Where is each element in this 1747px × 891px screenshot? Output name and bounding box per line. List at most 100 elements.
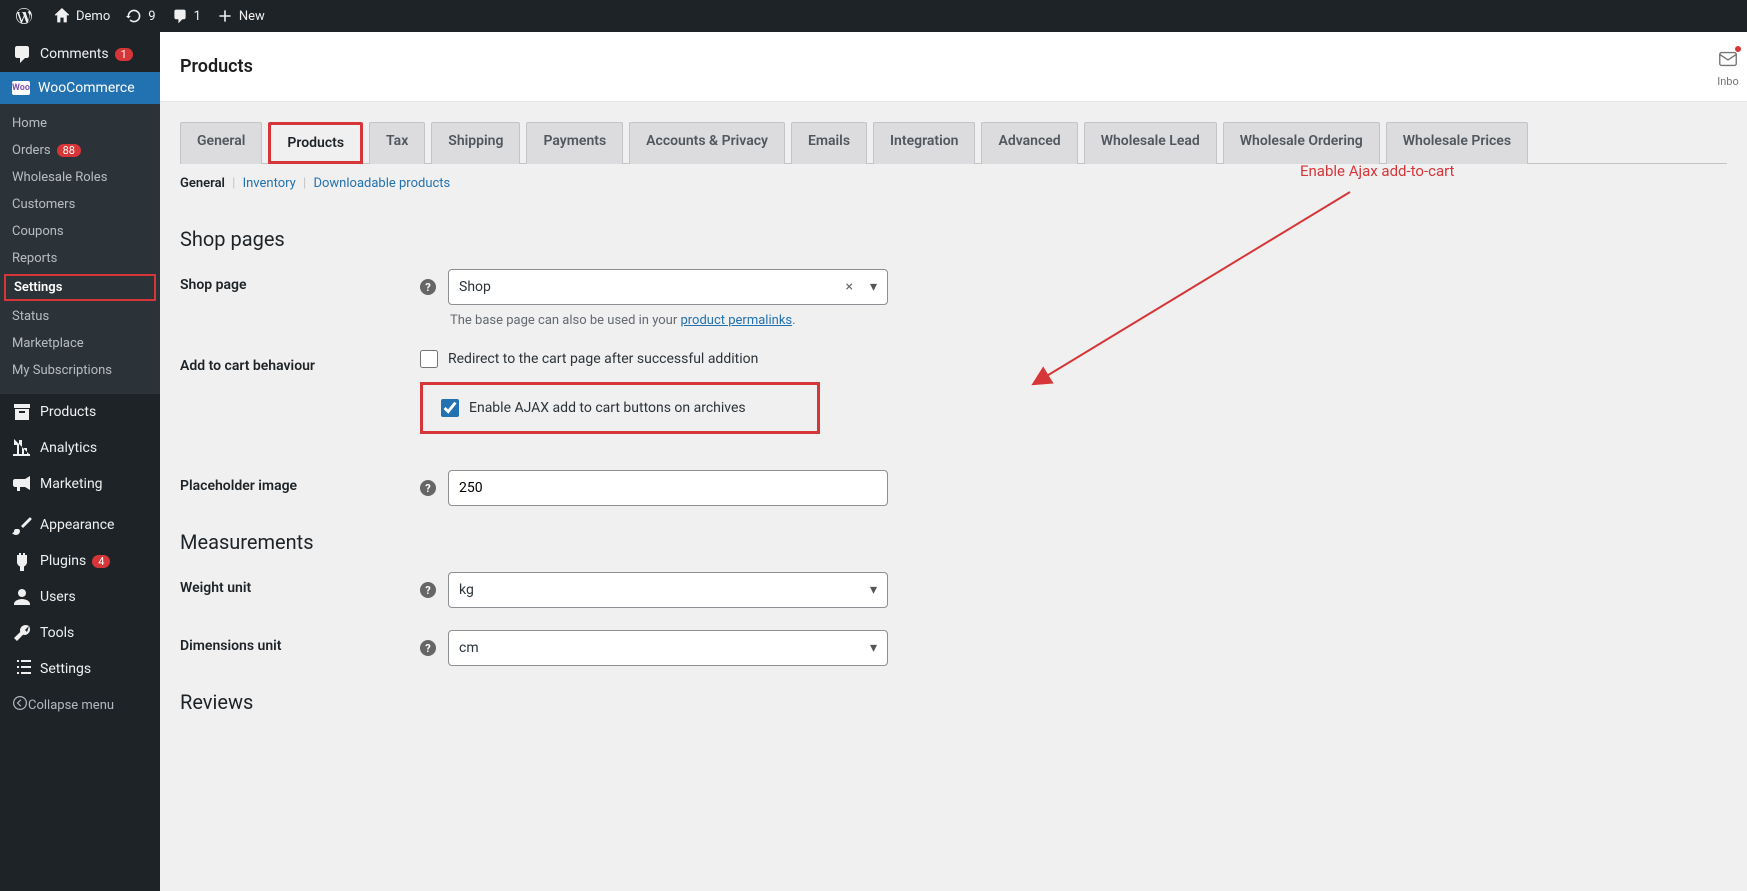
submenu-customers[interactable]: Customers	[0, 191, 160, 218]
site-name[interactable]: Demo	[46, 0, 118, 32]
menu-comments[interactable]: Comments 1	[0, 36, 160, 72]
help-icon[interactable]: ?	[420, 480, 436, 496]
tab-advanced[interactable]: Advanced	[981, 122, 1077, 164]
menu-analytics-label: Analytics	[40, 440, 97, 456]
submenu-home[interactable]: Home	[0, 110, 160, 137]
update-icon	[126, 8, 142, 24]
menu-comments-label: Comments	[40, 46, 109, 62]
collapse-label: Collapse menu	[28, 698, 114, 713]
chevron-down-icon: ▾	[870, 279, 877, 295]
submenu-reports[interactable]: Reports	[0, 245, 160, 272]
megaphone-icon	[12, 474, 32, 494]
woocommerce-icon: Woo	[12, 81, 30, 95]
label-dimensions-unit: Dimensions unit	[180, 630, 420, 654]
menu-tools[interactable]: Tools	[0, 615, 160, 651]
menu-products[interactable]: Products	[0, 394, 160, 430]
subtab-downloadable[interactable]: Downloadable products	[313, 176, 450, 191]
help-icon[interactable]: ?	[420, 582, 436, 598]
help-icon[interactable]: ?	[420, 640, 436, 656]
plus-icon	[217, 8, 233, 24]
menu-products-label: Products	[40, 404, 96, 420]
menu-users[interactable]: Users	[0, 579, 160, 615]
section-reviews: Reviews	[180, 690, 1727, 714]
dimensions-unit-value: cm	[459, 640, 479, 656]
page-header: Products	[160, 32, 1747, 102]
submenu-status[interactable]: Status	[0, 303, 160, 330]
tab-shipping[interactable]: Shipping	[431, 122, 520, 164]
submenu-my-subscriptions[interactable]: My Subscriptions	[0, 357, 160, 384]
admin-sidebar: Comments 1 Woo WooCommerce HomeOrders88W…	[0, 32, 160, 891]
menu-marketing[interactable]: Marketing	[0, 466, 160, 502]
subtab-inventory[interactable]: Inventory	[243, 176, 296, 191]
plugins-badge: 4	[92, 555, 110, 568]
plugin-icon	[12, 551, 32, 571]
submenu-marketplace[interactable]: Marketplace	[0, 330, 160, 357]
chart-icon	[12, 438, 32, 458]
submenu-orders[interactable]: Orders88	[0, 137, 160, 164]
main-content: Products Inbo GeneralProductsTaxShipping…	[160, 32, 1747, 891]
collapse-icon	[12, 695, 28, 715]
placeholder-image-input[interactable]	[448, 470, 888, 506]
wordpress-icon	[16, 8, 32, 24]
brush-icon	[12, 515, 32, 535]
settings-tabs: GeneralProductsTaxShippingPaymentsAccoun…	[180, 122, 1727, 164]
label-add-to-cart: Add to cart behaviour	[180, 350, 420, 374]
inbox-button[interactable]: Inbo	[1717, 48, 1739, 88]
inbox-icon	[1717, 48, 1739, 75]
settings-icon	[12, 659, 32, 679]
section-measurements: Measurements	[180, 530, 1727, 554]
admin-bar: Demo 9 1 New	[0, 0, 1747, 32]
redirect-checkbox[interactable]	[420, 350, 438, 368]
weight-unit-select[interactable]: kg ▾	[448, 572, 888, 608]
notification-dot	[1735, 46, 1741, 52]
help-icon[interactable]: ?	[420, 279, 436, 295]
comment-icon	[12, 44, 32, 64]
weight-unit-value: kg	[459, 582, 474, 598]
menu-woocommerce-label: WooCommerce	[38, 80, 135, 96]
comment-icon	[172, 8, 188, 24]
tab-products[interactable]: Products	[268, 122, 363, 164]
menu-plugins[interactable]: Plugins 4	[0, 543, 160, 579]
product-subtabs: General | Inventory | Downloadable produ…	[180, 164, 1727, 203]
tab-general[interactable]: General	[180, 122, 262, 164]
ajax-checkbox[interactable]	[441, 399, 459, 417]
permalinks-link[interactable]: product permalinks	[680, 313, 792, 328]
wp-logo[interactable]	[8, 0, 46, 32]
menu-appearance[interactable]: Appearance	[0, 507, 160, 543]
page-title: Products	[180, 56, 253, 77]
collapse-menu[interactable]: Collapse menu	[0, 687, 160, 723]
submenu-wholesale-roles[interactable]: Wholesale Roles	[0, 164, 160, 191]
menu-tools-label: Tools	[40, 625, 74, 641]
tab-tax[interactable]: Tax	[369, 122, 425, 164]
new-content[interactable]: New	[209, 0, 273, 32]
shop-page-value: Shop	[459, 279, 491, 295]
ajax-checkbox-row: Enable AJAX add to cart buttons on archi…	[420, 382, 820, 434]
comments-badge: 1	[115, 48, 133, 61]
user-icon	[12, 587, 32, 607]
tab-wholesale-ordering[interactable]: Wholesale Ordering	[1223, 122, 1380, 164]
tab-wholesale-lead[interactable]: Wholesale Lead	[1084, 122, 1217, 164]
comments-bubble-count: 1	[194, 9, 201, 24]
tab-integration[interactable]: Integration	[873, 122, 975, 164]
tab-payments[interactable]: Payments	[526, 122, 623, 164]
menu-woocommerce[interactable]: Woo WooCommerce	[0, 72, 160, 104]
dimensions-unit-select[interactable]: cm ▾	[448, 630, 888, 666]
clear-icon[interactable]: ×	[846, 279, 853, 295]
tab-emails[interactable]: Emails	[791, 122, 867, 164]
menu-analytics[interactable]: Analytics	[0, 430, 160, 466]
comments-bubble[interactable]: 1	[164, 0, 209, 32]
subtab-general[interactable]: General	[180, 176, 225, 191]
inbox-label: Inbo	[1717, 75, 1739, 88]
ajax-label: Enable AJAX add to cart buttons on archi…	[469, 400, 746, 416]
updates[interactable]: 9	[118, 0, 163, 32]
submenu-coupons[interactable]: Coupons	[0, 218, 160, 245]
shop-page-select[interactable]: Shop × ▾	[448, 269, 888, 305]
wrench-icon	[12, 623, 32, 643]
menu-settings[interactable]: Settings	[0, 651, 160, 687]
annotation-arrow	[1030, 187, 1360, 387]
menu-users-label: Users	[40, 589, 76, 605]
tab-wholesale-prices[interactable]: Wholesale Prices	[1386, 122, 1528, 164]
submenu-settings[interactable]: Settings	[4, 274, 156, 301]
tab-accounts-privacy[interactable]: Accounts & Privacy	[629, 122, 785, 164]
shop-page-desc: The base page can also be used in your p…	[450, 313, 1120, 328]
